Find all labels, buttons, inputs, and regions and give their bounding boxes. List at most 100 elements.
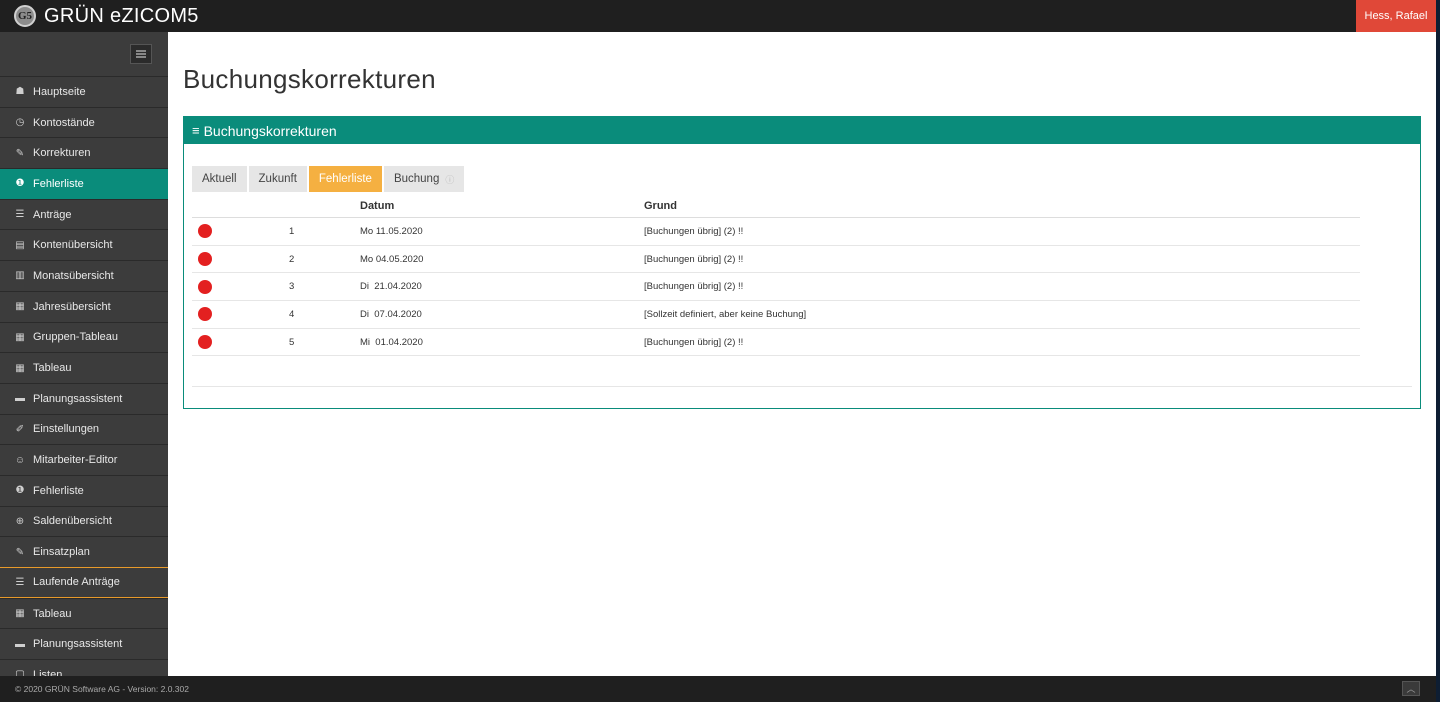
sidebar-item-kontenuebersicht[interactable]: ▤ Kontenübersicht	[0, 229, 168, 260]
sidebar-item-tableau-2[interactable]: ▦ Tableau	[0, 597, 168, 629]
tab-buchung[interactable]: Buchung ⓘ	[383, 166, 465, 192]
sidebar-item-label: Gruppen-Tableau	[33, 331, 119, 344]
page-title: Buchungskorrekturen	[183, 64, 436, 94]
row-number: 3	[289, 281, 295, 293]
table-row[interactable]: 4 Di 07.04.2020 [Sollzeit definiert, aber …	[192, 301, 1360, 329]
window-edge	[1436, 0, 1440, 702]
sidebar-item-label: Mitarbeiter-Editor	[33, 454, 118, 467]
sidebar-item-label: Laufende Anträge	[33, 576, 120, 589]
sidebar-item-label: Korrekturen	[33, 147, 91, 160]
sidebar-item-label: Saldenübersicht	[33, 515, 112, 528]
sidebar-item-einsatzplan[interactable]: ✎ Einsatzplan	[0, 536, 168, 567]
kontenuebersicht-icon: ▤	[15, 239, 25, 251]
app-title: GRÜN eZICOM5	[44, 4, 199, 27]
laufende-antraege-icon: ☰	[15, 576, 25, 588]
menu-icon	[136, 50, 146, 58]
sidebar-item-kontostaende[interactable]: ◷ Kontostände	[0, 106, 168, 138]
mitarbeiter-editor-icon: ☺	[14, 454, 26, 466]
sidebar-item-planungsassistent-2[interactable]: ▬ Planungsassistent	[0, 628, 168, 659]
status-cell	[192, 335, 264, 350]
table-row[interactable]: 3 Di 21.04.2020 [Buchungen übrig] (2) !!	[192, 273, 1360, 302]
sidebar-item-home[interactable]: ☗ Hauptseite	[0, 76, 168, 107]
user-menu-button[interactable]: Hess, Rafael	[1356, 0, 1436, 32]
table-row[interactable]: 2 Mo 04.05.2020 [Buchungen übrig] (2) !!	[192, 246, 1360, 274]
row-reason: [Sollzeit definiert, aber keine Buchung]	[644, 308, 807, 320]
sidebar-item-einstellungen[interactable]: ✐ Einstellungen	[0, 413, 168, 445]
tab-label: Aktuell	[202, 173, 237, 185]
sidebar-item-label: Planungsassistent	[33, 392, 123, 405]
table-row[interactable]: 5 Mi 01.04.2020 [Buchungen übrig] (2) !!	[192, 329, 1360, 357]
row-date: Mo 11.05.2020	[360, 225, 423, 237]
sidebar-item-label: Fehlerliste	[33, 484, 84, 497]
sidebar-item-monatsuebersicht[interactable]: ▥ Monatsübersicht	[0, 260, 168, 291]
jahresuebersicht-icon: ▦	[15, 301, 25, 313]
tab-aktuell[interactable]: Aktuell	[192, 166, 247, 192]
row-reason: [Buchungen übrig] (2) !!	[644, 281, 744, 293]
error-status-icon	[198, 307, 212, 322]
row-date: Mi 01.04.2020	[360, 336, 423, 348]
app-logo[interactable]: G5 GRÜN eZICOM5	[14, 4, 199, 28]
sidebar-item-gruppen-tableau[interactable]: ▦ Gruppen-Tableau	[0, 321, 168, 353]
sidebar-item-saldenuebersicht[interactable]: ⊕ Saldenübersicht	[0, 505, 168, 537]
sidebar: ☗ Hauptseite ◷ Kontostände ✎ Korrekturen ❶ Fehl…	[0, 32, 168, 676]
sidebar-item-label: Monatsübersicht	[33, 269, 114, 282]
status-cell	[192, 307, 264, 322]
tab-label: Fehlerliste	[318, 173, 372, 185]
status-cell	[192, 252, 264, 267]
korrekturen-icon: ✎	[15, 147, 25, 159]
sidebar-item-listen[interactable]: ▢ Listen	[0, 659, 168, 676]
table-body: 1 Mo 11.05.2020 [Buchungen übrig] (2) !! 2 M…	[192, 218, 1360, 357]
panel-title: Buchungskorrekturen	[203, 122, 337, 139]
antraege-icon: ☰	[15, 209, 25, 221]
error-status-icon	[198, 224, 212, 239]
row-number: 4	[289, 308, 295, 320]
planungsassistent-icon: ▬	[15, 393, 25, 405]
corrections-panel: ≡ Buchungskorrekturen Aktuell Zukunft Fehl…	[183, 116, 1421, 409]
einstellungen-icon: ✐	[15, 423, 25, 435]
tab-label: Buchung	[393, 173, 440, 185]
sidebar-item-mitarbeiter-editor[interactable]: ☺ Mitarbeiter-Editor	[0, 444, 168, 475]
tab-zukunft[interactable]: Zukunft	[248, 166, 307, 192]
sidebar-item-planungsassistent[interactable]: ▬ Planungsassistent	[0, 382, 168, 414]
einsatzplan-icon: ✎	[15, 546, 25, 558]
row-date: Di 21.04.2020	[360, 281, 422, 293]
list-icon: ≡	[192, 123, 200, 138]
sidebar-item-jahresuebersicht[interactable]: ▦ Jahresübersicht	[0, 290, 168, 322]
kontostaende-icon: ◷	[15, 117, 25, 129]
table-row[interactable]: 1 Mo 11.05.2020 [Buchungen übrig] (2) !!	[192, 218, 1360, 246]
row-date: Di 07.04.2020	[360, 308, 422, 320]
row-date: Mo 04.05.2020	[360, 253, 424, 265]
sidebar-item-antraege[interactable]: ☰ Anträge	[0, 198, 168, 230]
top-bar: G5 GRÜN eZICOM5 Hess, Rafael	[0, 0, 1436, 32]
row-reason: [Buchungen übrig] (2) !!	[644, 253, 744, 265]
sidebar-toggle-button[interactable]	[130, 44, 152, 64]
error-status-icon	[198, 252, 212, 267]
chevron-up-icon: ︿	[1406, 684, 1416, 694]
sidebar-item-korrekturen[interactable]: ✎ Korrekturen	[0, 137, 168, 168]
sidebar-item-tableau[interactable]: ▦ Tableau	[0, 352, 168, 383]
error-table: Datum Grund 1 Mo 11.05.2020 [Buchungen übr…	[192, 194, 1360, 357]
panel-header: ≡ Buchungskorrekturen	[184, 117, 1420, 144]
sidebar-item-fehlerliste-2[interactable]: ❶ Fehlerliste	[0, 474, 168, 506]
tab-fehlerliste[interactable]: Fehlerliste	[308, 166, 382, 192]
row-number: 1	[289, 225, 295, 237]
sidebar-item-fehlerliste[interactable]: ❶ Fehlerliste	[0, 168, 168, 199]
header-reason: Grund	[644, 199, 677, 212]
tableau-icon: ▦	[15, 362, 25, 374]
sidebar-item-label: Anträge	[33, 208, 72, 221]
row-number: 2	[289, 253, 295, 265]
home-icon: ☗	[15, 86, 25, 98]
planungsassistent-2-icon: ▬	[15, 638, 25, 650]
scroll-top-button[interactable]: ︿	[1402, 681, 1420, 696]
tab-label: Zukunft	[258, 173, 297, 185]
sidebar-item-laufende-antraege[interactable]: ☰ Laufende Anträge	[0, 567, 168, 598]
error-status-icon	[198, 279, 212, 294]
row-reason: [Buchungen übrig] (2) !!	[644, 225, 744, 237]
sidebar-item-label: Kontostände	[33, 116, 95, 129]
status-cell	[192, 224, 264, 239]
logo-icon: G5	[14, 5, 36, 27]
saldenuebersicht-icon: ⊕	[15, 515, 25, 527]
tableau-2-icon: ▦	[15, 608, 25, 620]
sidebar-item-label: Einsatzplan	[33, 546, 90, 559]
divider	[192, 386, 1412, 387]
